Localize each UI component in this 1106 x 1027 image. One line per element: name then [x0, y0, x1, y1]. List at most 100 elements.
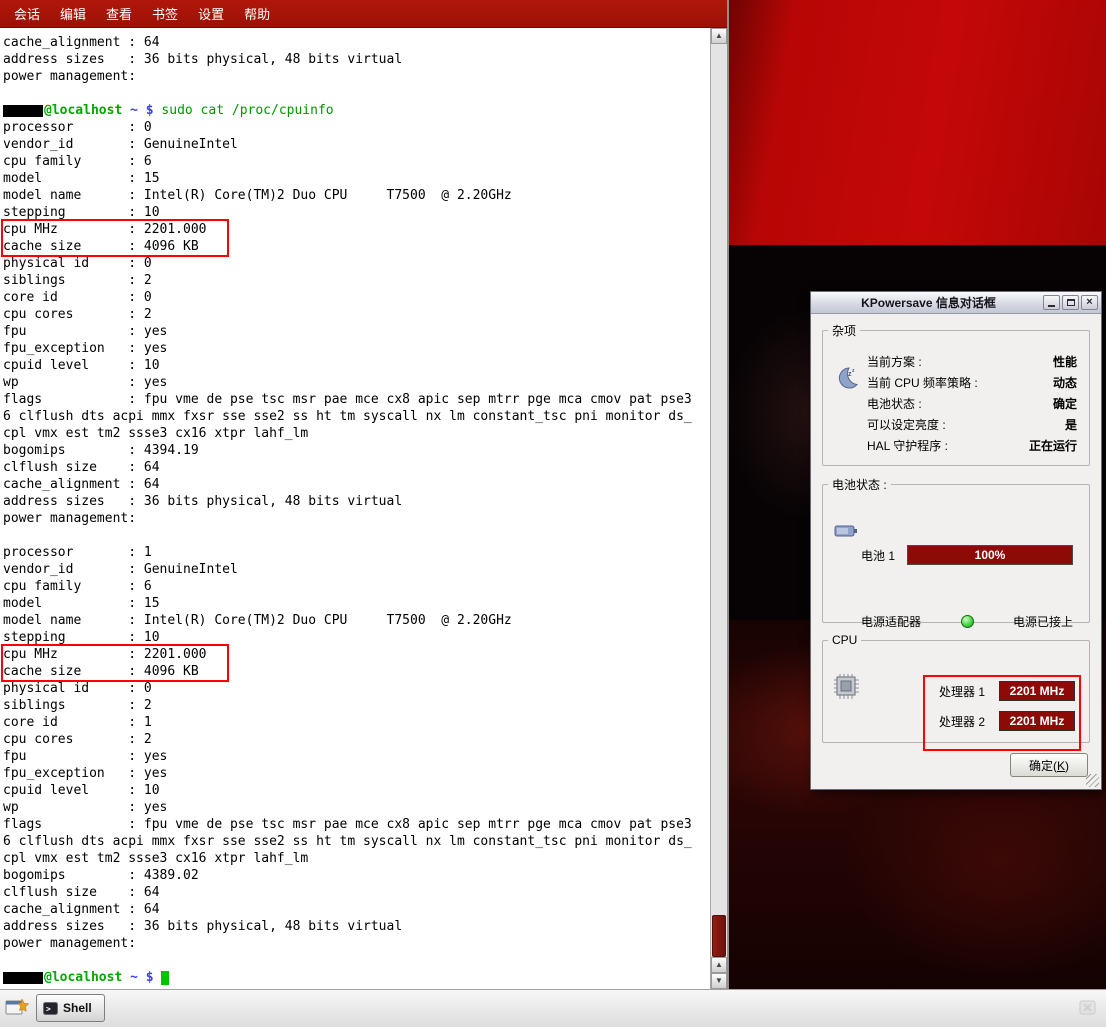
misc-label: 当前方案 : [867, 353, 922, 370]
terminal-line: core id : 0 [3, 289, 710, 306]
terminal-line: model name : Intel(R) Core(TM)2 Duo CPU … [3, 612, 710, 629]
terminal-line: @localhost ~ $ [3, 969, 710, 986]
scrollbar-down-icon[interactable]: ▼ [711, 973, 727, 989]
terminal-line: clflush size : 64 [3, 884, 710, 901]
misc-value: 确定 [1053, 395, 1077, 412]
terminal-menubar: 会话 编辑 查看 书签 设置 帮助 [0, 0, 727, 28]
terminal-line: wp : yes [3, 374, 710, 391]
window-buttons: × [1043, 295, 1098, 310]
menu-help[interactable]: 帮助 [234, 0, 280, 27]
cpu2-frequency: 2201 MHz [1010, 714, 1065, 728]
tab-shell-label: Shell [63, 1001, 92, 1015]
terminal-line: cache size : 4096 KB [3, 663, 710, 680]
ok-label-accesskey: K [1057, 759, 1065, 773]
new-session-icon [5, 997, 29, 1019]
resize-grip[interactable] [1086, 774, 1099, 787]
scrollbar-up2-icon[interactable]: ▲ [711, 957, 727, 973]
terminal-line: fpu : yes [3, 748, 710, 765]
cpu-group-label: CPU [828, 633, 861, 647]
cpu-row-2: 处理器 2 2201 MHz [939, 711, 1075, 731]
terminal-body[interactable]: cache_alignment : 64address sizes : 36 b… [0, 28, 727, 989]
minimize-button[interactable] [1043, 295, 1060, 310]
typed-command: sudo cat /proc/cpuinfo [161, 103, 333, 118]
misc-rows: 当前方案 : 性能 当前 CPU 频率策略 : 动态 电池状态 : 确定 可以设… [867, 351, 1077, 456]
taskbar: > Shell [0, 989, 1106, 1027]
prompt-host: @localhost [44, 970, 122, 985]
menu-edit[interactable]: 编辑 [50, 0, 96, 27]
maximize-icon [1067, 299, 1075, 306]
terminal-line: cpu cores : 2 [3, 731, 710, 748]
adapter-status: 电源已接上 [1013, 613, 1073, 630]
terminal-line: cpu family : 6 [3, 578, 710, 595]
screen: 会话 编辑 查看 书签 设置 帮助 cache_alignment : 64ad… [0, 0, 1106, 1027]
ok-button[interactable]: 确定(K) [1010, 753, 1088, 777]
terminal-line: core id : 1 [3, 714, 710, 731]
terminal-line [3, 952, 710, 969]
misc-value: 是 [1065, 416, 1077, 433]
battery-icon [833, 517, 860, 544]
menu-settings[interactable]: 设置 [188, 0, 234, 27]
terminal-line: processor : 1 [3, 544, 710, 561]
cpu1-frequency-bar: 2201 MHz [999, 681, 1075, 701]
dialog-body: 杂项 z z 当前方案 : 性能 当前 CPU 频率策略 : 动态 [811, 314, 1101, 789]
terminal-line: address sizes : 36 bits physical, 48 bit… [3, 493, 710, 510]
terminal-line: fpu_exception : yes [3, 765, 710, 782]
terminal-line: 6 clflush dts acpi mmx fxsr sse sse2 ss … [3, 833, 710, 850]
battery-progressbar: 100% [907, 545, 1073, 565]
adapter-label: 电源适配器 [861, 613, 921, 630]
close-session-button[interactable] [1076, 996, 1100, 1020]
dialog-titlebar[interactable]: KPowersave 信息对话框 × [811, 292, 1101, 314]
terminal-line: cpuid level : 10 [3, 782, 710, 799]
suspend-icon: z z [833, 365, 860, 392]
terminal-line: cpu MHz : 2201.000 [3, 221, 710, 238]
menu-session[interactable]: 会话 [4, 0, 50, 27]
misc-row-brightness: 可以设定亮度 : 是 [867, 414, 1077, 435]
tab-shell[interactable]: > Shell [36, 994, 105, 1022]
terminal-line: cpu MHz : 2201.000 [3, 646, 710, 663]
svg-text:z: z [852, 368, 855, 374]
terminal-line: clflush size : 64 [3, 459, 710, 476]
menu-view[interactable]: 查看 [96, 0, 142, 27]
cpu2-frequency-bar: 2201 MHz [999, 711, 1075, 731]
terminal-line: cache size : 4096 KB [3, 238, 710, 255]
terminal-line: fpu : yes [3, 323, 710, 340]
terminal-line: 6 clflush dts acpi mmx fxsr sse sse2 ss … [3, 408, 710, 425]
misc-group-label: 杂项 [828, 322, 860, 339]
prompt-host: @localhost [44, 103, 122, 118]
terminal-line: cpuid level : 10 [3, 357, 710, 374]
terminal-line: cpu cores : 2 [3, 306, 710, 323]
svg-text:>: > [46, 1004, 51, 1013]
terminal-line: address sizes : 36 bits physical, 48 bit… [3, 51, 710, 68]
minimize-icon [1048, 305, 1055, 307]
terminal-scrollbar[interactable]: ▲ ▲ ▼ [710, 28, 727, 989]
cpu1-frequency: 2201 MHz [1010, 684, 1065, 698]
terminal-line: siblings : 2 [3, 272, 710, 289]
terminal-line: cache_alignment : 64 [3, 476, 710, 493]
misc-row-hal: HAL 守护程序 : 正在运行 [867, 435, 1077, 456]
scrollbar-thumb[interactable] [712, 915, 726, 957]
battery-group-label: 电池状态 : [828, 476, 891, 493]
terminal-line: address sizes : 36 bits physical, 48 bit… [3, 918, 710, 935]
terminal-line: processor : 0 [3, 119, 710, 136]
maximize-button[interactable] [1062, 295, 1079, 310]
prompt-symbol: ~ $ [122, 970, 161, 985]
terminal-line: model name : Intel(R) Core(TM)2 Duo CPU … [3, 187, 710, 204]
misc-value: 正在运行 [1029, 437, 1077, 454]
ok-label-prefix: 确定( [1029, 759, 1057, 773]
misc-label: 可以设定亮度 : [867, 416, 946, 433]
close-button[interactable]: × [1081, 295, 1098, 310]
battery-label: 电池 1 [861, 547, 899, 564]
terminal-line: power management: [3, 510, 710, 527]
new-session-button[interactable] [3, 994, 31, 1022]
terminal-line: stepping : 10 [3, 204, 710, 221]
misc-label: 当前 CPU 频率策略 : [867, 374, 978, 391]
terminal-line: cache_alignment : 64 [3, 34, 710, 51]
terminal-line: cache_alignment : 64 [3, 901, 710, 918]
ok-label-suffix: ) [1065, 759, 1069, 773]
kpowersave-dialog: KPowersave 信息对话框 × 杂项 z z [810, 291, 1102, 790]
menu-bookmarks[interactable]: 书签 [142, 0, 188, 27]
scrollbar-up-icon[interactable]: ▲ [711, 28, 727, 44]
cpu1-label: 处理器 1 [939, 683, 993, 700]
misc-row-scheme: 当前方案 : 性能 [867, 351, 1077, 372]
terminal-line: power management: [3, 935, 710, 952]
